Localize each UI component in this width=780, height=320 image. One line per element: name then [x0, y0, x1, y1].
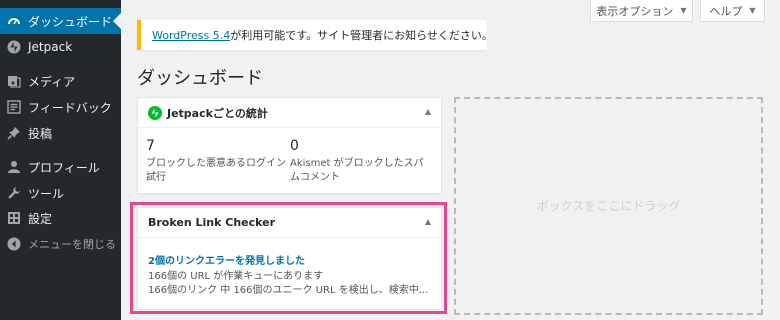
caret-down-icon: ▼ — [680, 6, 687, 15]
user-icon — [6, 159, 22, 175]
broken-link-checker-widget: Broken Link Checker ▲ 2個のリンクエラーを発見しました 1… — [137, 207, 442, 310]
collapse-icon — [6, 236, 22, 252]
sidebar-item-profile[interactable]: プロフィール — [0, 154, 121, 180]
help-button[interactable]: ヘルプ ▼ — [700, 0, 765, 22]
widget-drop-zone[interactable]: ボックスをここにドラッグ — [454, 97, 763, 315]
sidebar-item-label: Jetpack — [28, 40, 73, 54]
widget-toggle-icon[interactable]: ▲ — [425, 217, 431, 226]
sidebar-item-tools[interactable]: ツール — [0, 180, 121, 206]
update-notice: WordPress 5.4 が利用可能です。サイト管理者にお知らせください。 — [137, 20, 493, 50]
sidebar-item-label: ツール — [28, 186, 65, 201]
stat-value: 7 — [146, 138, 155, 154]
sidebar-item-label: フィードバック — [28, 100, 112, 115]
sidebar-item-label: 投稿 — [28, 126, 53, 141]
broken-links-found-link[interactable]: 2個のリンクエラーを発見しました — [148, 252, 305, 267]
dashboard-icon — [6, 13, 22, 29]
sidebar-item-label: メディア — [28, 74, 76, 89]
sidebar-item-label: メニューを閉じる — [28, 238, 116, 251]
wordpress-update-link[interactable]: WordPress 5.4 — [152, 29, 230, 42]
settings-icon — [6, 210, 22, 226]
jetpack-icon — [6, 39, 22, 55]
update-notice-text: が利用可能です。サイト管理者にお知らせください。 — [230, 29, 493, 42]
queue-status-text: 166個の URL が作業キューにあります — [148, 271, 324, 282]
stat-blocked-logins: 7 ブロックした悪意あるログイン試行 — [146, 138, 286, 185]
widget-header[interactable]: Broken Link Checker — [138, 208, 441, 238]
stat-value: 0 — [290, 138, 299, 154]
widget-toggle-icon[interactable]: ▲ — [425, 107, 431, 116]
sidebar-item-label: 設定 — [28, 211, 53, 226]
stat-label: ブロックした悪意あるログイン試行 — [146, 158, 286, 183]
media-icon — [6, 73, 22, 89]
caret-down-icon: ▼ — [749, 6, 756, 15]
sidebar-item-settings[interactable]: 設定 — [0, 205, 121, 231]
widget-header[interactable]: Jetpackごとの統計 — [138, 98, 441, 128]
page-title: ダッシュボード — [137, 68, 263, 89]
widget-title: Jetpackごとの統計 — [167, 106, 268, 120]
widget-title: Broken Link Checker — [148, 216, 276, 229]
link-scan-status-text: 166個のリンク 中 166個のユニーク URL を検出し、検索中... — [148, 285, 429, 296]
pin-icon — [6, 125, 22, 141]
sidebar-item-feedback[interactable]: フィードバック — [0, 94, 121, 120]
sidebar-item-posts[interactable]: 投稿 — [0, 120, 121, 146]
drop-zone-text: ボックスをここにドラッグ — [536, 198, 681, 213]
stat-label: Akismet がブロックしたスパムコメント — [290, 158, 424, 183]
sidebar-item-media[interactable]: メディア — [0, 68, 121, 94]
jetpack-stats-widget: Jetpackごとの統計 ▲ 7 ブロックした悪意あるログイン試行 0 Akis… — [137, 97, 442, 194]
jetpack-logo-icon — [148, 105, 162, 120]
help-label: ヘルプ — [709, 4, 743, 18]
sidebar-item-label: ダッシュボード — [28, 14, 113, 29]
collapse-menu-button[interactable]: メニューを閉じる — [0, 231, 121, 257]
sidebar-item-jetpack[interactable]: Jetpack — [0, 34, 121, 60]
screen-options-label: 表示オプション — [596, 4, 674, 18]
stat-akismet-spam: 0 Akismet がブロックしたスパムコメント — [290, 138, 430, 185]
screen-options-button[interactable]: 表示オプション ▼ — [590, 0, 693, 22]
sidebar-item-dashboard[interactable]: ダッシュボード — [0, 8, 121, 34]
admin-sidebar: ダッシュボード Jetpack メディア フィードバック 投稿 プロフィール ツ… — [0, 0, 121, 320]
feedback-icon — [6, 99, 22, 115]
wrench-icon — [6, 185, 22, 201]
sidebar-item-label: プロフィール — [28, 160, 100, 175]
